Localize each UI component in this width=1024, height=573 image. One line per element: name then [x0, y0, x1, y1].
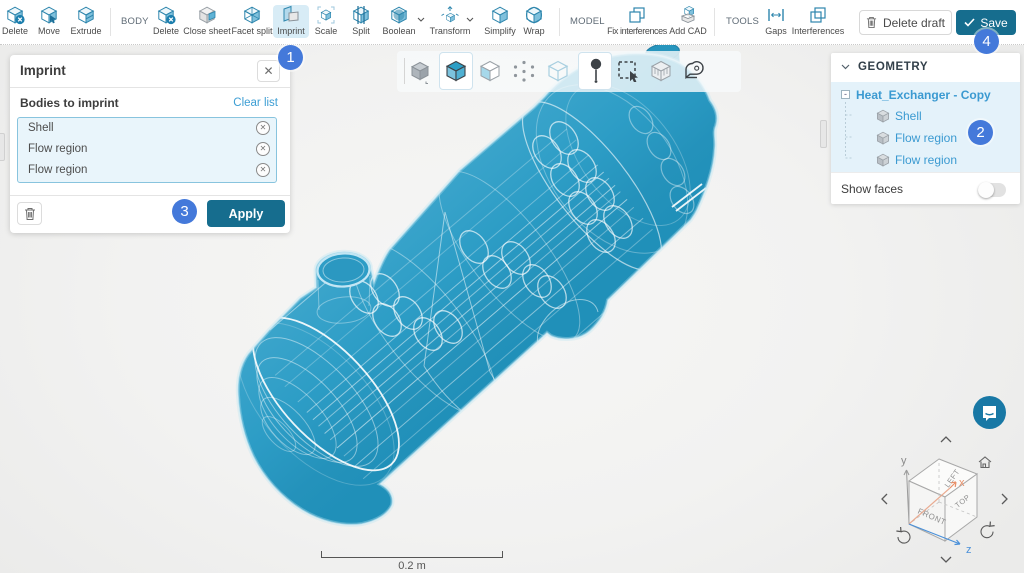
- svg-text:z: z: [966, 544, 972, 556]
- svg-text:x: x: [959, 477, 965, 489]
- svg-text:y: y: [901, 455, 907, 467]
